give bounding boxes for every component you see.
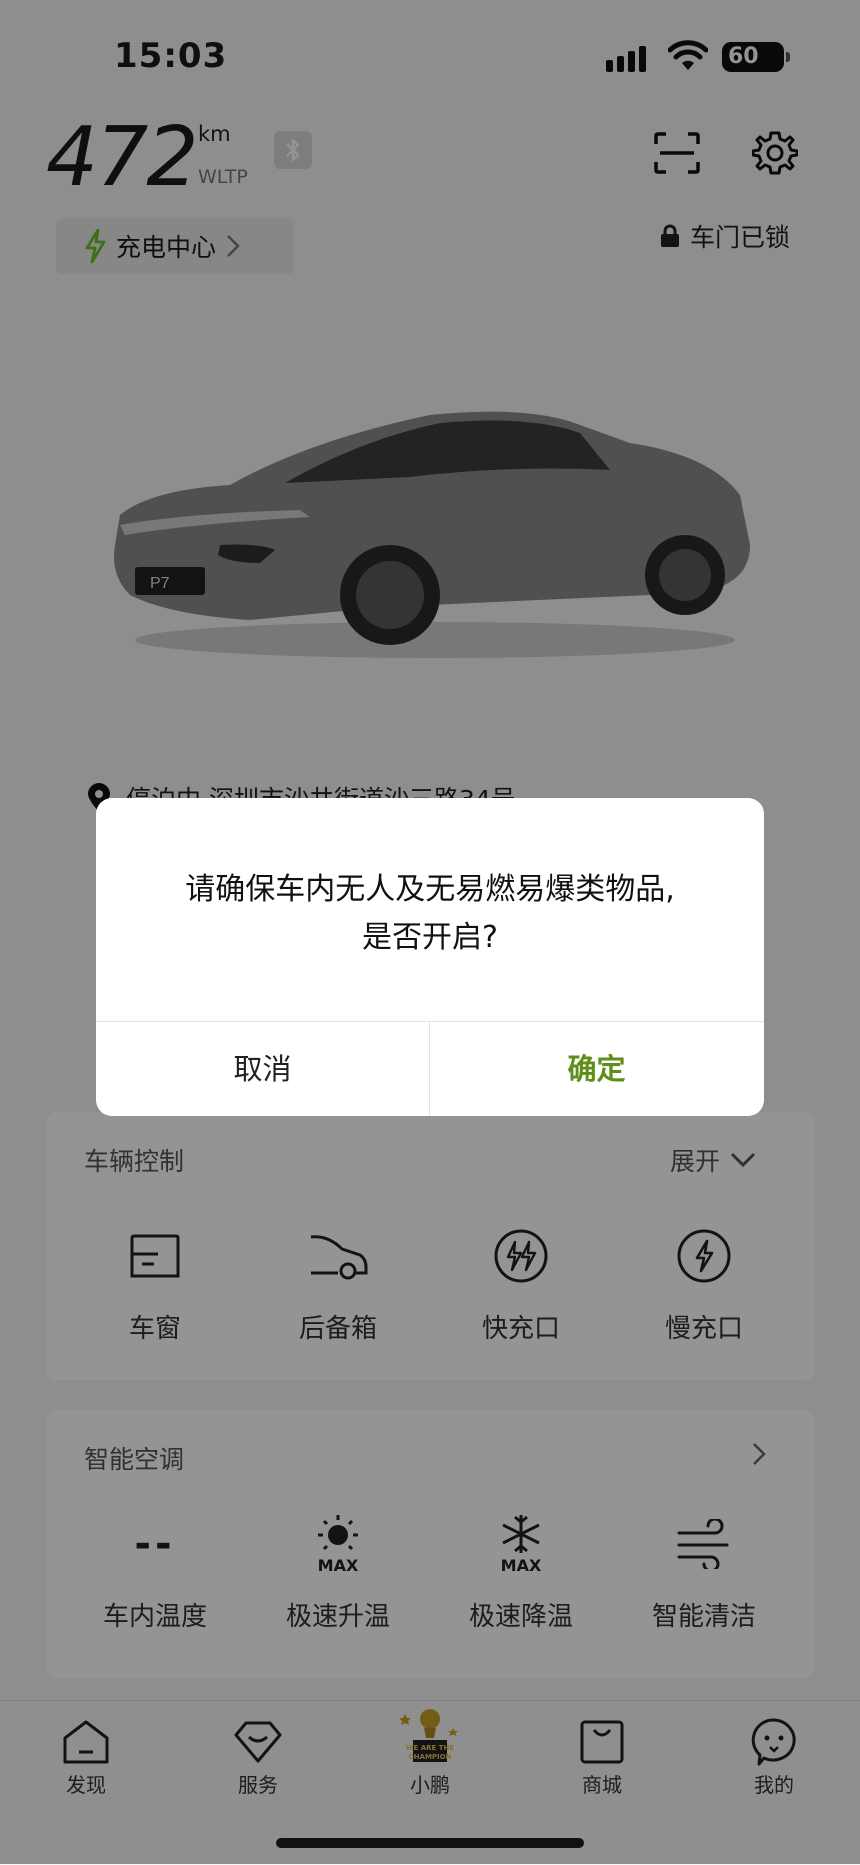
dialog-message-line2: 是否开启? bbox=[362, 920, 498, 955]
cancel-button[interactable]: 取消 bbox=[96, 1022, 429, 1116]
confirm-button[interactable]: 确定 bbox=[430, 1022, 763, 1116]
home-indicator[interactable] bbox=[276, 1838, 584, 1848]
dialog-message-line1: 请确保车内无人及无易燃易爆类物品, bbox=[185, 872, 675, 907]
app-screen: 15:03 60 472 km WLTP 充电中心 车门已锁 P7 车辆控制 展… bbox=[0, 0, 860, 1865]
confirm-dialog: 请确保车内无人及无易燃易爆类物品, 是否开启? 取消 确定 bbox=[96, 798, 764, 1116]
dialog-message: 请确保车内无人及无易燃易爆类物品, 是否开启? bbox=[96, 866, 764, 962]
